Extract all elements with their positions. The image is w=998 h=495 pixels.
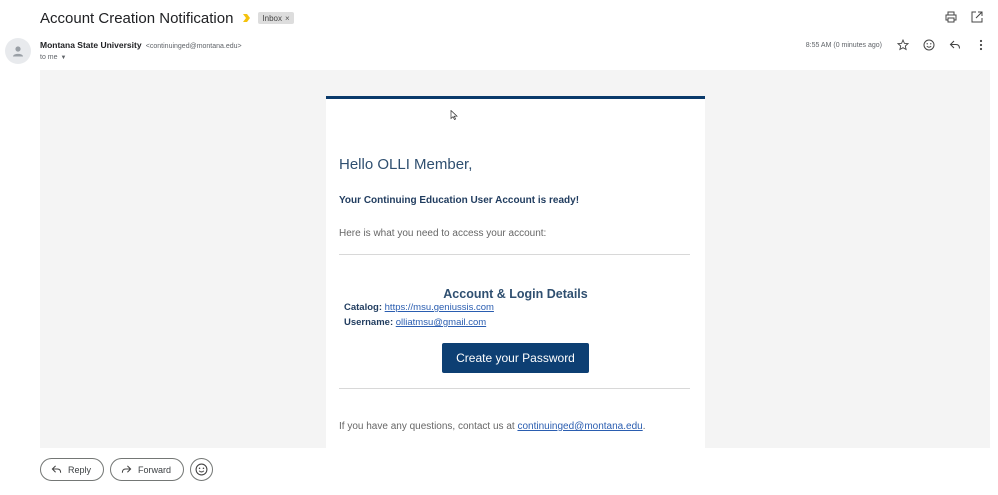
username-row: Username: olliatmsu@gmail.com (344, 317, 486, 328)
forward-label: Forward (138, 464, 172, 475)
greeting-heading: Hello OLLI Member, (339, 156, 473, 173)
details-heading: Account & Login Details (443, 287, 588, 301)
recipient-details-toggle[interactable]: to me ▼ (40, 54, 242, 61)
username-link[interactable]: olliatmsu@gmail.com (396, 317, 486, 328)
emoji-icon (195, 463, 208, 476)
more-vert-icon[interactable] (974, 38, 988, 52)
chevron-down-icon: ▼ (60, 54, 67, 61)
sender-avatar (5, 38, 31, 64)
emoji-reaction-button[interactable] (190, 458, 214, 481)
remove-label-button[interactable]: × (285, 14, 290, 23)
message-body: Hello OLLI Member, Your Continuing Educa… (40, 70, 990, 448)
reply-icon[interactable] (948, 38, 962, 52)
questions-prefix: If you have any questions, contact us at (339, 421, 518, 432)
inbox-label-chip[interactable]: Inbox × (258, 12, 294, 24)
reply-label: Reply (68, 464, 92, 475)
star-icon[interactable] (896, 38, 910, 52)
reply-button[interactable]: Reply (40, 458, 105, 481)
username-label: Username: (344, 317, 394, 328)
avatar-person-icon (13, 46, 23, 57)
open-new-window-icon[interactable] (970, 10, 984, 24)
access-intro-text: Here is what you need to access your acc… (339, 228, 547, 239)
catalog-label: Catalog: (344, 302, 382, 313)
sender-line: Montana State University <continuinged@m… (40, 40, 242, 50)
reply-actions-bar: Reply Forward (40, 458, 214, 481)
mouse-cursor-icon (450, 110, 458, 120)
contact-email-link[interactable]: continuinged@montana.edu (517, 421, 642, 432)
sender-block: Montana State University <continuinged@m… (40, 40, 242, 61)
message-actions: 8:55 AM (0 minutes ago) (806, 38, 988, 52)
emoji-icon[interactable] (922, 38, 936, 52)
forward-icon (121, 465, 132, 473)
recipient-text: to me (40, 54, 58, 61)
sender-email: <continuinged@montana.edu> (145, 43, 242, 50)
print-icon[interactable] (944, 10, 958, 24)
inbox-label-text: Inbox (262, 13, 283, 23)
catalog-link[interactable]: https://msu.geniussis.com (385, 302, 494, 313)
top-actions (944, 10, 984, 24)
divider (339, 388, 690, 389)
catalog-row: Catalog: https://msu.geniussis.com (344, 302, 494, 313)
email-card: Hello OLLI Member, Your Continuing Educa… (326, 96, 705, 448)
divider (339, 254, 690, 255)
create-password-button[interactable]: Create your Password (442, 343, 589, 373)
forward-button[interactable]: Forward (110, 458, 185, 481)
account-ready-text: Your Continuing Education User Account i… (339, 195, 580, 206)
questions-text: If you have any questions, contact us at… (339, 421, 645, 432)
sender-name[interactable]: Montana State University (40, 40, 142, 50)
importance-marker-icon[interactable] (242, 13, 252, 23)
reply-icon (51, 465, 62, 473)
message-timestamp: 8:55 AM (0 minutes ago) (805, 41, 882, 49)
questions-suffix: . (642, 421, 646, 432)
email-subject: Account Creation Notification (40, 9, 234, 27)
subject-row: Account Creation Notification Inbox × (40, 6, 294, 30)
